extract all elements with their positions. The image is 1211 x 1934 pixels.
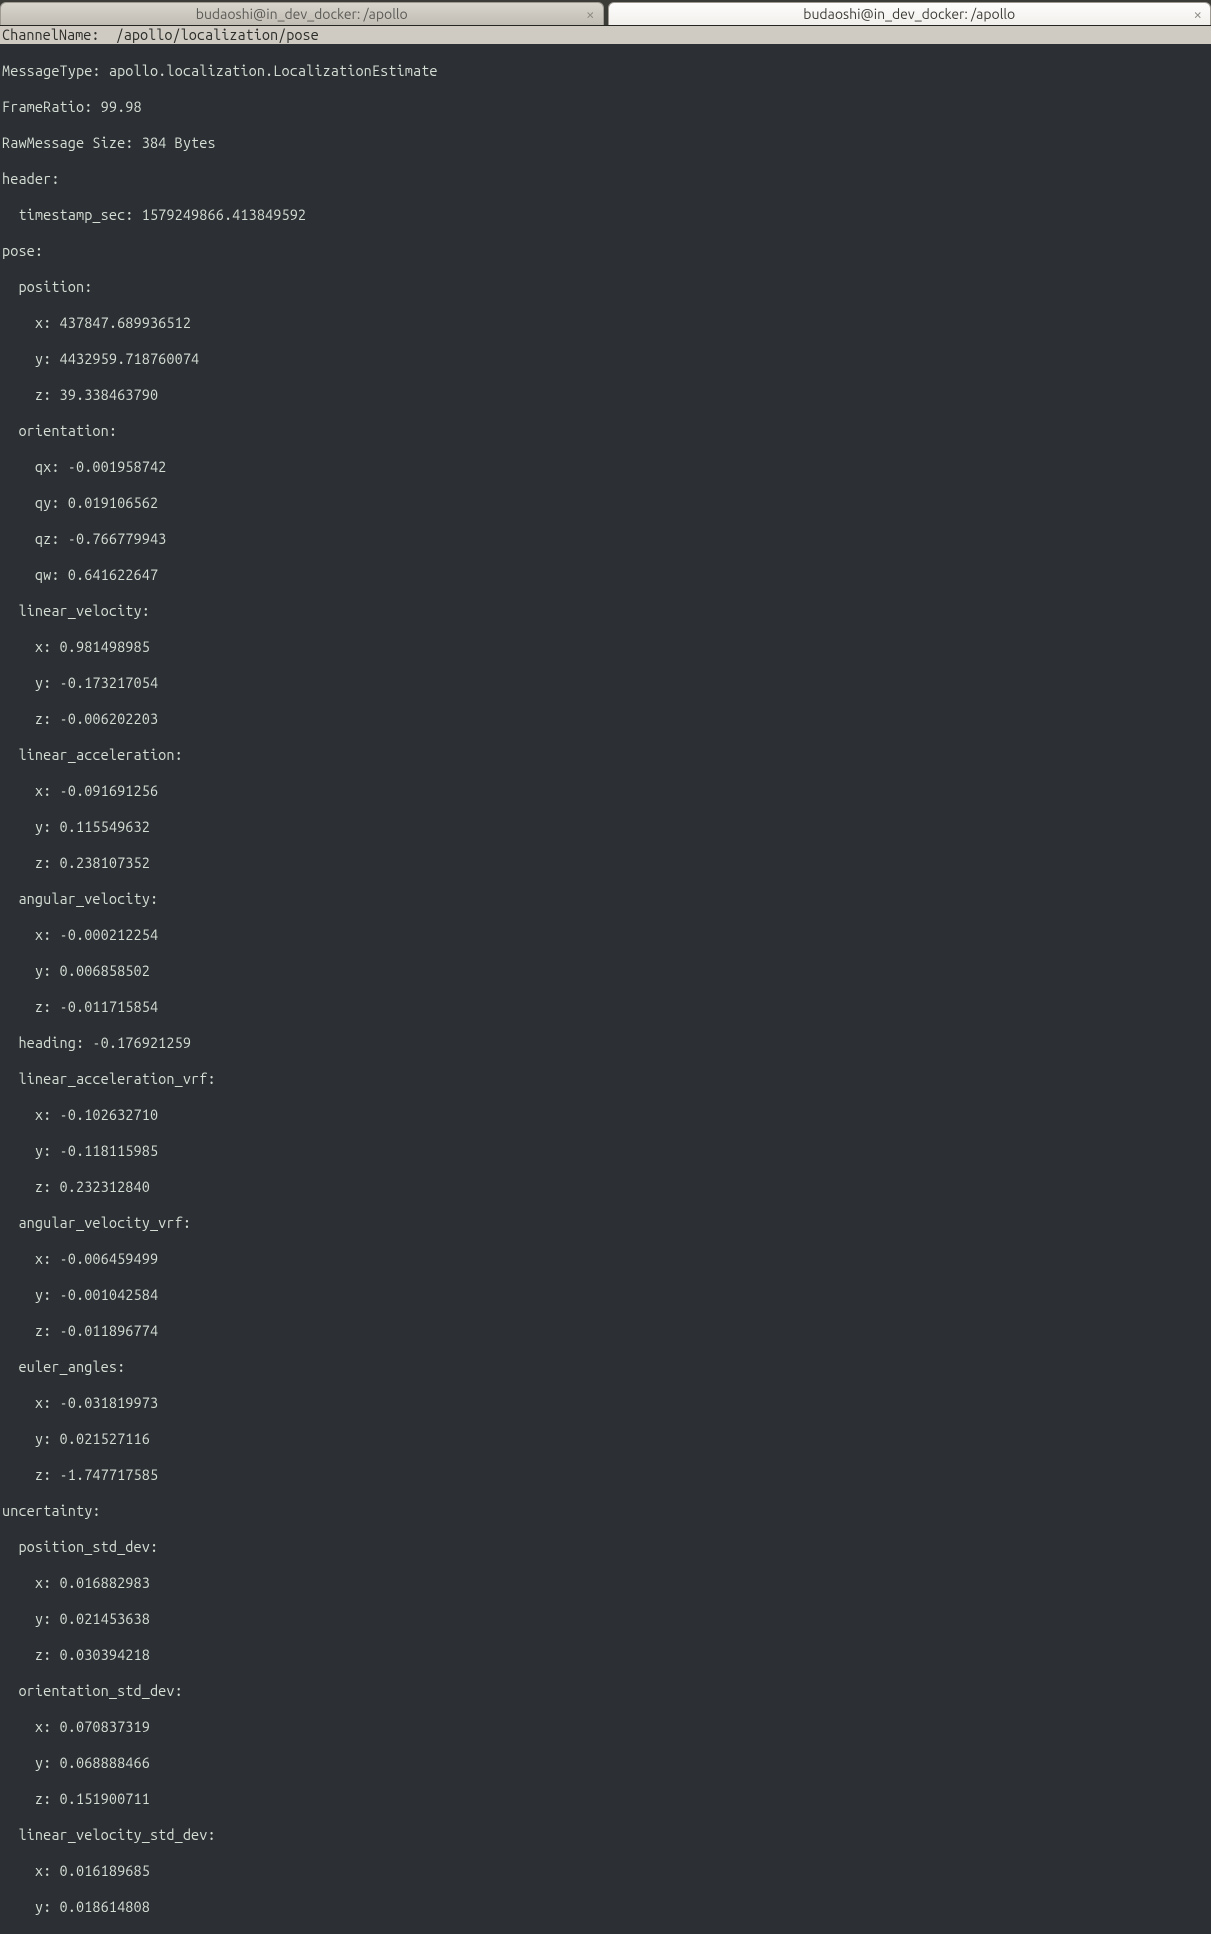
tab-bar: budaoshi@in_dev_docker: /apollo × budaos… [0,0,1211,26]
euler-angles-z: z: -1.747717585 [2,1466,1209,1484]
orientation-qz: qz: -0.766779943 [2,530,1209,548]
position-std-dev-x: x: 0.016882983 [2,1574,1209,1592]
orientation-label: orientation: [2,422,1209,440]
orientation-qw: qw: 0.641622647 [2,566,1209,584]
close-icon[interactable]: × [1194,6,1202,23]
linear-acceleration-vrf-y: y: -0.118115985 [2,1142,1209,1160]
pose-label: pose: [2,242,1209,260]
orientation-std-dev-label: orientation_std_dev: [2,1682,1209,1700]
angular-velocity-y: y: 0.006858502 [2,962,1209,980]
linear-velocity-x: x: 0.981498985 [2,638,1209,656]
position-label: position: [2,278,1209,296]
angular-velocity-x: x: -0.000212254 [2,926,1209,944]
linear-acceleration-label: linear_acceleration: [2,746,1209,764]
position-y: y: 4432959.718760074 [2,350,1209,368]
angular-velocity-label: angular_velocity: [2,890,1209,908]
channel-name-row: ChannelName: /apollo/localization/pose [0,26,1211,44]
linear-velocity-std-dev-x: x: 0.016189685 [2,1862,1209,1880]
orientation-std-dev-y: y: 0.068888466 [2,1754,1209,1772]
linear-acceleration-x: x: -0.091691256 [2,782,1209,800]
position-std-dev-y: y: 0.021453638 [2,1610,1209,1628]
angular-velocity-vrf-x: x: -0.006459499 [2,1250,1209,1268]
linear-velocity-label: linear_velocity: [2,602,1209,620]
angular-velocity-vrf-z: z: -0.011896774 [2,1322,1209,1340]
channel-name-label: ChannelName: [2,26,116,43]
orientation-qy: qy: 0.019106562 [2,494,1209,512]
tab-title: budaoshi@in_dev_docker: /apollo [196,6,408,22]
tab-title: budaoshi@in_dev_docker: /apollo [803,6,1015,22]
terminal-tab-active[interactable]: budaoshi@in_dev_docker: /apollo × [608,2,1211,25]
position-x: x: 437847.689936512 [2,314,1209,332]
channel-name-value: /apollo/localization/pose [116,26,319,43]
linear-velocity-z: z: -0.006202203 [2,710,1209,728]
linear-acceleration-y: y: 0.115549632 [2,818,1209,836]
euler-angles-y: y: 0.021527116 [2,1430,1209,1448]
position-std-dev-label: position_std_dev: [2,1538,1209,1556]
close-icon[interactable]: × [586,6,594,23]
terminal-output[interactable]: MessageType: apollo.localization.Localiz… [0,44,1211,1934]
angular-velocity-vrf-y: y: -0.001042584 [2,1286,1209,1304]
position-z: z: 39.338463790 [2,386,1209,404]
position-std-dev-z: z: 0.030394218 [2,1646,1209,1664]
terminal-tab-inactive[interactable]: budaoshi@in_dev_docker: /apollo × [0,2,604,25]
uncertainty-label: uncertainty: [2,1502,1209,1520]
linear-acceleration-vrf-label: linear_acceleration_vrf: [2,1070,1209,1088]
angular-velocity-vrf-label: angular_velocity_vrf: [2,1214,1209,1232]
linear-acceleration-vrf-z: z: 0.232312840 [2,1178,1209,1196]
euler-angles-x: x: -0.031819973 [2,1394,1209,1412]
raw-message-size-line: RawMessage Size: 384 Bytes [2,134,1209,152]
header-label: header: [2,170,1209,188]
heading-line: heading: -0.176921259 [2,1034,1209,1052]
linear-velocity-y: y: -0.173217054 [2,674,1209,692]
frame-ratio-line: FrameRatio: 99.98 [2,98,1209,116]
linear-velocity-std-dev-y: y: 0.018614808 [2,1898,1209,1916]
message-type-line: MessageType: apollo.localization.Localiz… [2,62,1209,80]
linear-velocity-std-dev-label: linear_velocity_std_dev: [2,1826,1209,1844]
euler-angles-label: euler_angles: [2,1358,1209,1376]
linear-acceleration-z: z: 0.238107352 [2,854,1209,872]
orientation-qx: qx: -0.001958742 [2,458,1209,476]
orientation-std-dev-x: x: 0.070837319 [2,1718,1209,1736]
angular-velocity-z: z: -0.011715854 [2,998,1209,1016]
timestamp-sec-line: timestamp_sec: 1579249866.413849592 [2,206,1209,224]
linear-acceleration-vrf-x: x: -0.102632710 [2,1106,1209,1124]
orientation-std-dev-z: z: 0.151900711 [2,1790,1209,1808]
